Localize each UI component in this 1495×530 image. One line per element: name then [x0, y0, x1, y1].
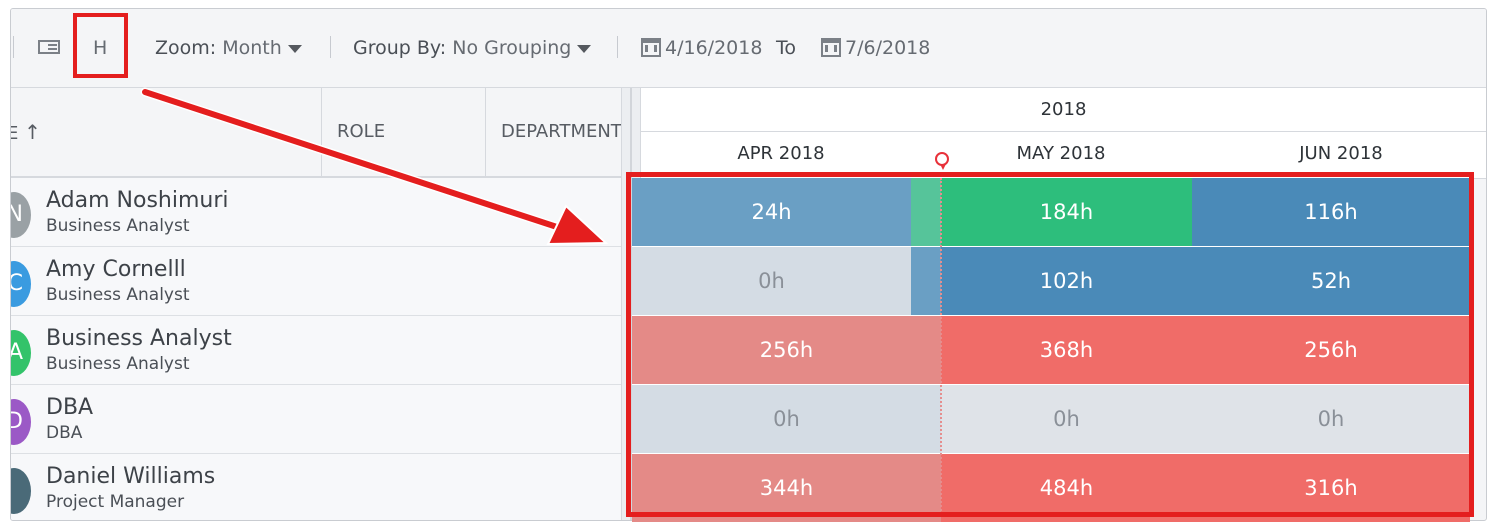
- annotation-arrow: [140, 87, 609, 246]
